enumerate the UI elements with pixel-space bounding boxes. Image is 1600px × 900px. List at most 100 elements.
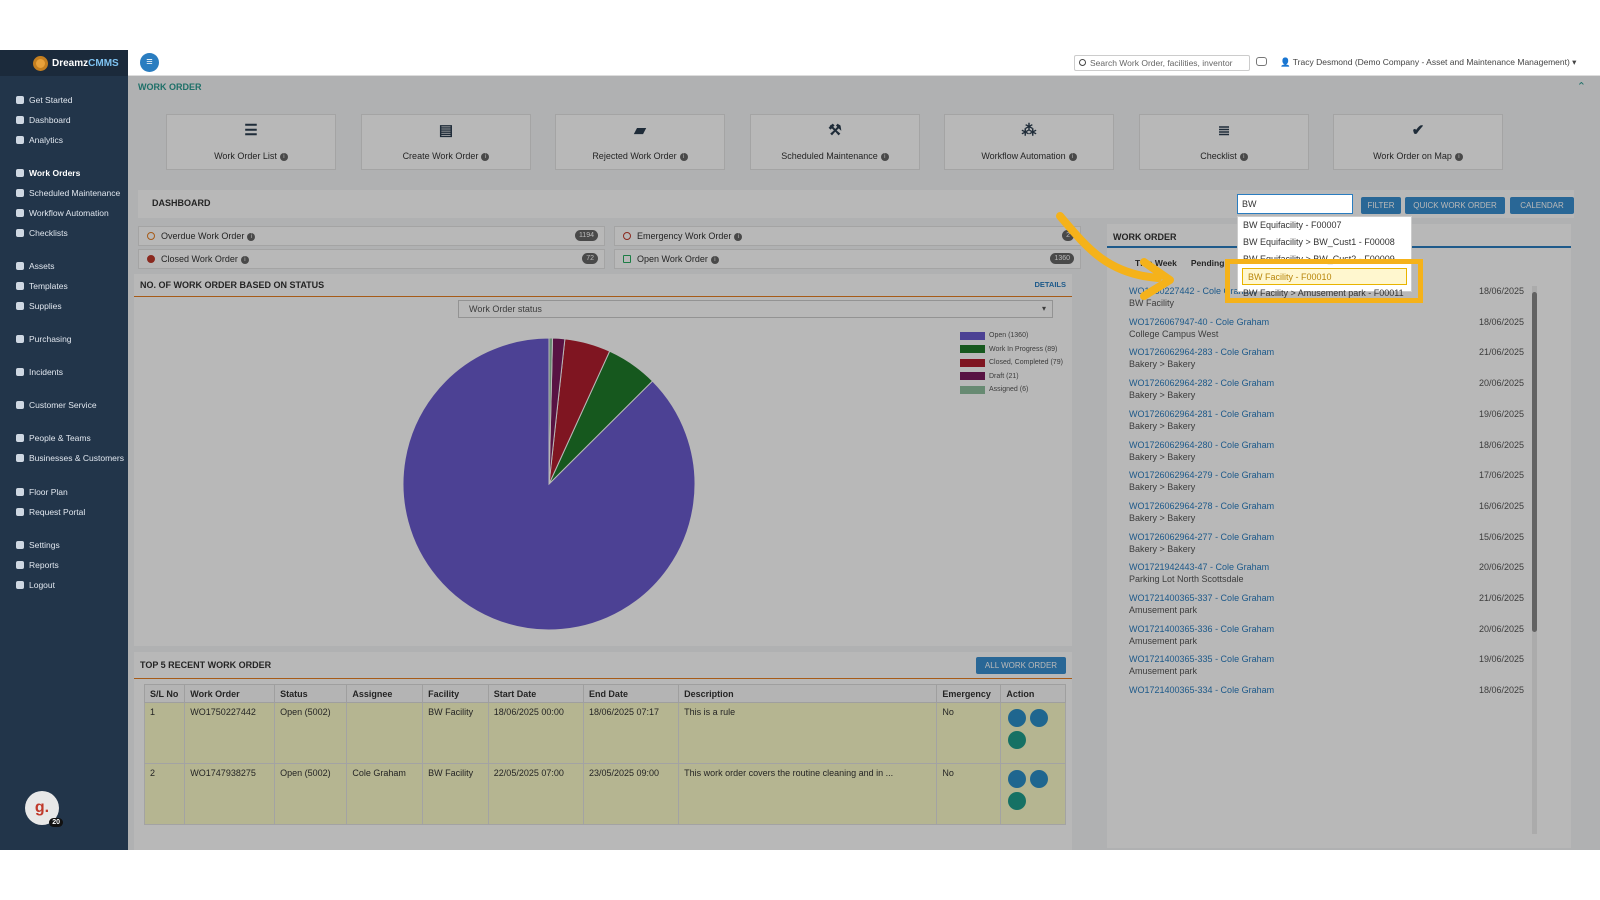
sidebar-item[interactable]: Assets xyxy=(0,257,128,275)
work-order-link[interactable]: WO1721400365-334 - Cole Graham xyxy=(1129,685,1274,695)
closed-stat[interactable]: Closed Work Order i 72 xyxy=(138,249,605,269)
list-item[interactable]: WO1726062964-283 - Cole Graham Bakery > B… xyxy=(1129,347,1524,377)
work-order-link[interactable]: WO1721400365-337 - Cole Graham xyxy=(1129,593,1274,603)
emergency-stat[interactable]: Emergency Work Order i 2 xyxy=(614,226,1081,246)
work-order-link[interactable]: WO1726062964-282 - Cole Graham xyxy=(1129,378,1274,388)
sidebar-item[interactable]: Incidents xyxy=(0,363,128,381)
sidebar-item[interactable]: People & Teams xyxy=(0,429,128,447)
list-item[interactable]: WO1721942443-47 - Cole Graham Parking Lot… xyxy=(1129,562,1524,592)
logo[interactable]: Dreamz CMMS xyxy=(0,50,128,76)
edit-icon[interactable] xyxy=(1030,770,1049,788)
sidebar-item[interactable]: Floor Plan xyxy=(0,483,128,501)
list-item[interactable]: WO1726062964-282 - Cole Graham Bakery > B… xyxy=(1129,378,1524,408)
calendar-button[interactable]: CALENDAR xyxy=(1510,197,1574,214)
info-icon: i xyxy=(1454,152,1463,161)
sidebar-item[interactable]: Reports xyxy=(0,556,128,574)
work-order-link[interactable]: WO1721400365-335 - Cole Graham xyxy=(1129,654,1274,664)
tile-workflow[interactable]: ⁂ Workflow Automation i xyxy=(944,114,1114,170)
column-header[interactable]: Facility xyxy=(422,684,489,703)
work-order-link[interactable]: WO1726062964-283 - Cole Graham xyxy=(1129,347,1274,357)
tile-checklist[interactable]: ≣ Checklist i xyxy=(1139,114,1309,170)
comment-icon[interactable] xyxy=(1008,731,1027,749)
tile-list[interactable]: ☰ Work Order List i xyxy=(166,114,336,170)
work-order-link[interactable]: WO1726062964-278 - Cole Graham xyxy=(1129,501,1274,511)
work-order-link[interactable]: WO1726067947-40 - Cole Graham xyxy=(1129,317,1269,327)
list-item[interactable]: WO1726062964-279 - Cole Graham Bakery > B… xyxy=(1129,470,1524,500)
legend-item[interactable]: Assigned (6) xyxy=(960,383,1063,397)
sidebar-item[interactable]: Businesses & Customers xyxy=(0,449,128,467)
legend-item[interactable]: Closed, Completed (79) xyxy=(960,356,1063,370)
collapse-icon[interactable]: ⌃ xyxy=(1577,80,1586,93)
legend-item[interactable]: Work In Progress (89) xyxy=(960,343,1063,357)
overdue-stat[interactable]: Overdue Work Order i 1194 xyxy=(138,226,605,246)
table-cell: 23/05/2025 09:00 xyxy=(582,763,680,825)
column-header[interactable]: Description xyxy=(678,684,938,703)
column-header[interactable]: Assignee xyxy=(346,684,424,703)
sidebar-item[interactable]: Scheduled Maintenance xyxy=(0,184,128,202)
list-item[interactable]: WO1726062964-280 - Cole Graham Bakery > B… xyxy=(1129,440,1524,470)
sidebar-item[interactable]: Settings xyxy=(0,536,128,554)
facility-filter-input[interactable]: BW xyxy=(1237,194,1353,214)
edit-icon[interactable] xyxy=(1030,709,1049,727)
list-item[interactable]: WO1726062964-281 - Cole Graham Bakery > B… xyxy=(1129,409,1524,439)
sidebar-item[interactable]: Workflow Automation xyxy=(0,204,128,222)
sidebar-item[interactable]: Supplies xyxy=(0,297,128,315)
list-item[interactable]: WO1721400365-335 - Cole Graham Amusement … xyxy=(1129,654,1524,684)
work-order-link[interactable]: WO1726062964-280 - Cole Graham xyxy=(1129,440,1274,450)
list-item[interactable]: WO1721400365-334 - Cole Graham 18/06/2025 xyxy=(1129,685,1524,715)
dropdown-option[interactable]: BW Equifacility - F00007 xyxy=(1238,217,1411,234)
sidebar-item[interactable]: Dashboard xyxy=(0,111,128,129)
sidebar-item[interactable]: Templates xyxy=(0,277,128,295)
quick-work-order-button[interactable]: QUICK WORK ORDER xyxy=(1405,197,1505,214)
work-order-link[interactable]: WO1726062964-277 - Cole Graham xyxy=(1129,532,1274,542)
all-work-order-button[interactable]: ALL WORK ORDER xyxy=(976,657,1066,674)
sidebar-item[interactable]: Checklists xyxy=(0,224,128,242)
column-header[interactable]: End Date xyxy=(582,684,680,703)
column-header[interactable]: Action xyxy=(1000,684,1066,703)
tile-map-check[interactable]: ✔ Work Order on Map i xyxy=(1333,114,1503,170)
sidebar-item[interactable]: Customer Service xyxy=(0,396,128,414)
avatar[interactable]: g. 20 xyxy=(25,791,63,827)
date-label: 18/06/2025 xyxy=(1478,286,1524,296)
tile-file[interactable]: ▤ Create Work Order i xyxy=(361,114,531,170)
filter-button[interactable]: FILTER xyxy=(1361,197,1401,214)
column-header[interactable]: S/L No xyxy=(143,684,186,703)
work-order-link[interactable]: WO1721942443-47 - Cole Graham xyxy=(1129,562,1269,572)
sidebar-item[interactable]: Purchasing xyxy=(0,330,128,348)
tile-tools[interactable]: ⚒ Scheduled Maintenance i xyxy=(750,114,920,170)
tile-rejected[interactable]: ▰ Rejected Work Order i xyxy=(555,114,725,170)
sidebar-item[interactable]: Get Started xyxy=(0,91,128,109)
list-item[interactable]: WO1726062964-277 - Cole Graham Bakery > B… xyxy=(1129,532,1524,562)
view-icon[interactable] xyxy=(1008,709,1027,727)
list-item[interactable]: WO1721400365-337 - Cole Graham Amusement … xyxy=(1129,593,1524,623)
column-header[interactable]: Status xyxy=(274,684,348,703)
work-order-link[interactable]: WO1726062964-279 - Cole Graham xyxy=(1129,470,1274,480)
sidebar-item[interactable]: Work Orders xyxy=(0,164,128,182)
column-header[interactable]: Emergency xyxy=(936,684,1002,703)
status-select[interactable]: Work Order status ▾ xyxy=(458,300,1053,318)
info-icon: i xyxy=(240,255,249,264)
scrollbar[interactable] xyxy=(1532,286,1537,834)
column-header[interactable]: Start Date xyxy=(487,684,584,703)
list-item[interactable]: WO1721400365-336 - Cole Graham Amusement … xyxy=(1129,624,1524,654)
chat-icon[interactable] xyxy=(1256,57,1267,66)
table-cell: No xyxy=(936,702,1002,764)
user-menu[interactable]: 👤 Tracy Desmond (Demo Company - Asset an… xyxy=(1280,57,1576,68)
work-order-link[interactable]: WO1726062964-281 - Cole Graham xyxy=(1129,409,1274,419)
comment-icon[interactable] xyxy=(1008,792,1027,810)
sidebar-item[interactable]: Analytics xyxy=(0,131,128,149)
list-item[interactable]: WO1726067947-40 - Cole Graham College Cam… xyxy=(1129,317,1524,347)
column-header[interactable]: Work Order xyxy=(184,684,276,703)
dropdown-option[interactable]: BW Equifacility > BW_Cust1 - F00008 xyxy=(1238,234,1411,251)
legend-item[interactable]: Open (1360) xyxy=(960,329,1063,343)
work-order-link[interactable]: WO1721400365-336 - Cole Graham xyxy=(1129,624,1274,634)
view-icon[interactable] xyxy=(1008,770,1027,788)
sidebar-item[interactable]: Logout xyxy=(0,576,128,594)
sidebar-item[interactable]: Request Portal xyxy=(0,503,128,521)
legend-item[interactable]: Draft (21) xyxy=(960,370,1063,384)
list-item[interactable]: WO1726062964-278 - Cole Graham Bakery > B… xyxy=(1129,501,1524,531)
open-stat[interactable]: Open Work Order i 1360 xyxy=(614,249,1081,269)
scrollbar-thumb[interactable] xyxy=(1532,292,1537,632)
search-input[interactable]: Search Work Order, facilities, inventor xyxy=(1074,55,1250,71)
hamburger-menu-button[interactable]: ≡ xyxy=(140,53,159,72)
